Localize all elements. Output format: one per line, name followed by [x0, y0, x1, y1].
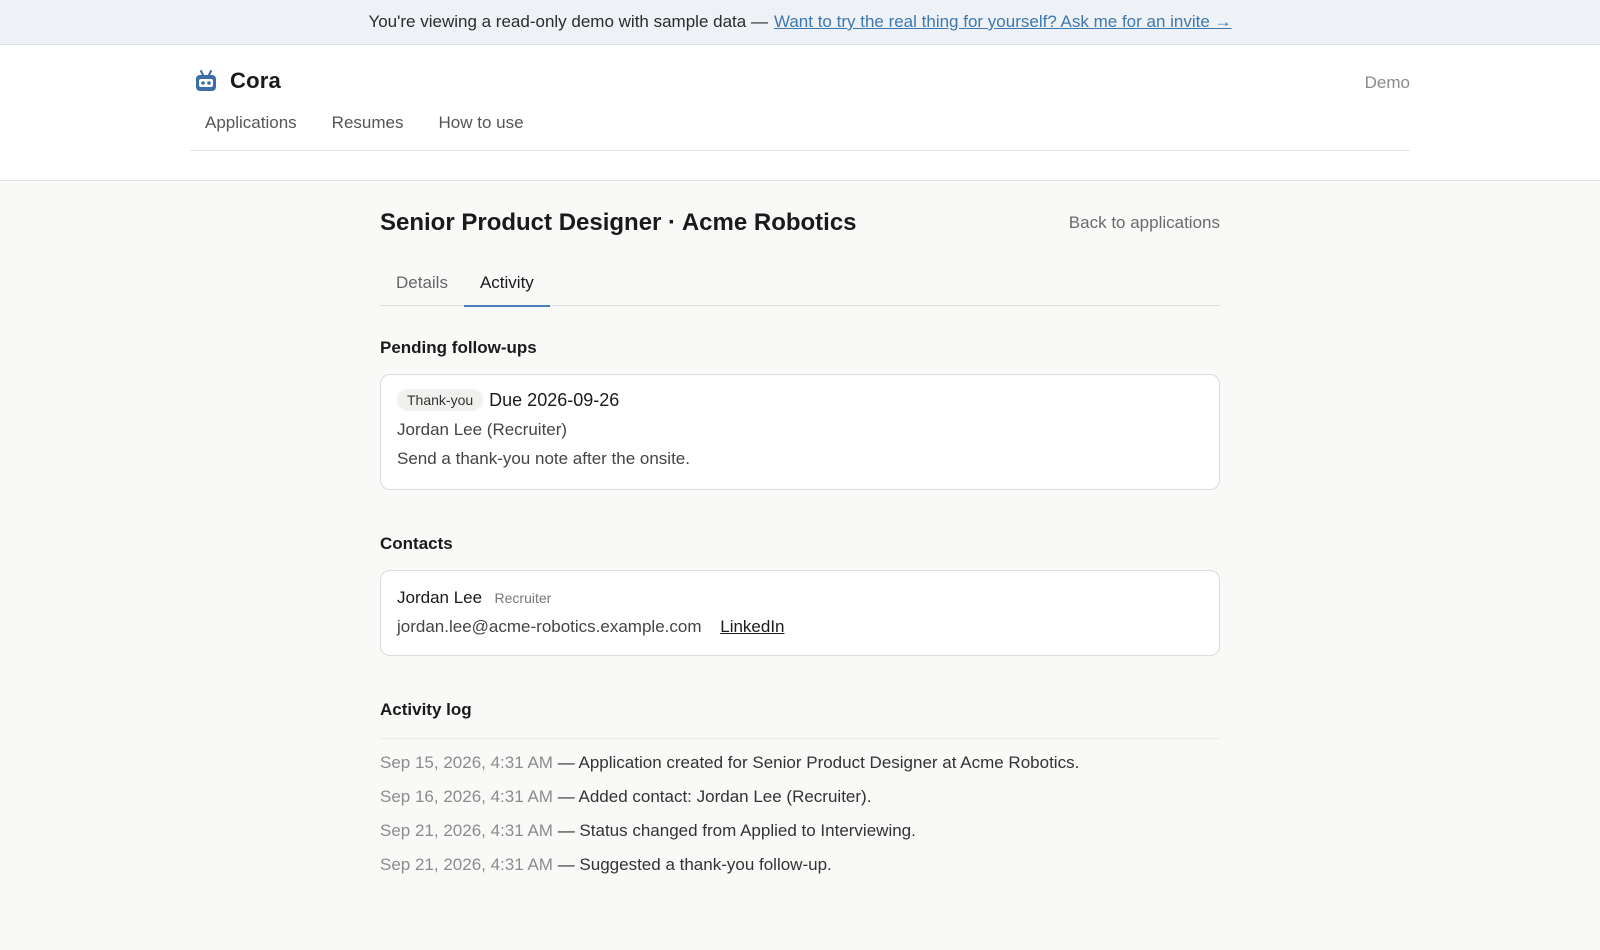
log-entry-time: Sep 15, 2026, 4:31 AM	[380, 753, 553, 772]
contacts-heading: Contacts	[380, 534, 453, 553]
log-entry: Sep 15, 2026, 4:31 AM — Application crea…	[380, 753, 1220, 773]
contact-header: Jordan Lee Recruiter	[397, 588, 1203, 608]
log-entry-text: — Added contact: Jordan Lee (Recruiter).	[557, 787, 872, 806]
main-nav: Applications Resumes How to use	[205, 113, 559, 133]
log-entry: Sep 16, 2026, 4:31 AM — Added contact: J…	[380, 787, 1220, 807]
demo-label: Demo	[1364, 73, 1410, 92]
page-title: Senior Product Designer · Acme Robotics	[380, 209, 857, 236]
activity-log-list: Sep 15, 2026, 4:31 AM — Application crea…	[380, 753, 1220, 875]
nav-applications[interactable]: Applications	[205, 113, 297, 133]
nav-resumes[interactable]: Resumes	[332, 113, 404, 133]
contact-role: Recruiter	[494, 590, 552, 606]
contact-email[interactable]: jordan.lee@acme-robotics.example.com	[397, 617, 702, 636]
main-content: Senior Product Designer · Acme Robotics …	[380, 181, 1220, 875]
followup-due-date: Due 2026-09-26	[489, 389, 620, 410]
log-entry: Sep 21, 2026, 4:31 AM — Status changed f…	[380, 821, 1220, 841]
activity-log-divider	[380, 738, 1220, 739]
contact-details: jordan.lee@acme-robotics.example.com Lin…	[397, 617, 1203, 637]
followup-contact: Jordan Lee (Recruiter)	[397, 420, 568, 439]
log-entry-time: Sep 21, 2026, 4:31 AM	[380, 821, 553, 840]
log-entry-time: Sep 21, 2026, 4:31 AM	[380, 855, 553, 874]
tab-bar: Details Activity	[380, 267, 1220, 307]
app-header: Cora Demo Applications Resumes How to us…	[0, 45, 1600, 181]
followup-type-badge: Thank-you	[397, 389, 484, 411]
back-to-applications-link[interactable]: Back to applications	[1069, 213, 1220, 233]
banner-text: You're viewing a read-only demo with sam…	[368, 12, 768, 31]
invite-link[interactable]: Want to try the real thing for yourself?…	[774, 12, 1232, 32]
followup-note: Send a thank-you note after the onsite.	[397, 449, 690, 468]
robot-icon	[194, 69, 218, 93]
title-row: Senior Product Designer · Acme Robotics …	[380, 181, 1220, 241]
followup-header: Thank-you Due 2026-09-26	[397, 389, 1203, 411]
log-entry-time: Sep 16, 2026, 4:31 AM	[380, 787, 553, 806]
contact-linkedin-link[interactable]: LinkedIn	[720, 617, 784, 636]
demo-banner: You're viewing a read-only demo with sam…	[0, 0, 1600, 45]
header-inner: Cora Demo Applications Resumes How to us…	[190, 45, 1410, 151]
log-entry-text: — Application created for Senior Product…	[557, 753, 1080, 772]
log-entry: Sep 21, 2026, 4:31 AM — Suggested a than…	[380, 855, 1220, 875]
contact-card: Jordan Lee Recruiter jordan.lee@acme-rob…	[380, 570, 1220, 656]
log-entry-text: — Suggested a thank-you follow-up.	[557, 855, 832, 874]
contact-name: Jordan Lee	[397, 588, 483, 607]
tab-details[interactable]: Details	[380, 267, 464, 306]
followup-card: Thank-you Due 2026-09-26 Jordan Lee (Rec…	[380, 374, 1220, 490]
brand-name: Cora	[230, 68, 281, 93]
tab-activity[interactable]: Activity	[463, 267, 550, 307]
log-entry-text: — Status changed from Applied to Intervi…	[557, 821, 916, 840]
activity-log-heading: Activity log	[380, 700, 472, 719]
nav-how-to-use[interactable]: How to use	[438, 113, 523, 133]
followups-heading: Pending follow-ups	[380, 338, 537, 357]
brand[interactable]: Cora	[194, 68, 281, 94]
